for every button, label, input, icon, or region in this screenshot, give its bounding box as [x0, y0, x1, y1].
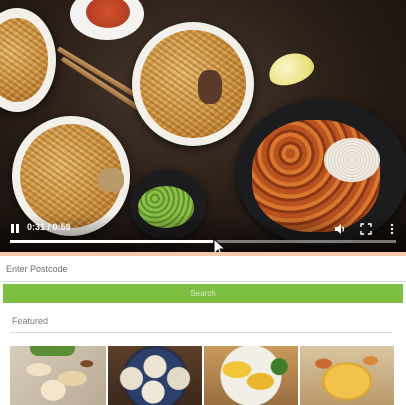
vegetable — [198, 70, 222, 104]
noodles — [140, 30, 246, 138]
progress-bar[interactable] — [10, 240, 396, 243]
featured-item-1[interactable] — [10, 346, 106, 405]
volume-icon[interactable] — [334, 222, 346, 234]
video-player[interactable]: 0:31 / 0:59 — [0, 0, 406, 252]
featured-item-2[interactable] — [108, 346, 202, 405]
featured-heading: Featured — [12, 316, 49, 326]
featured-item-4[interactable] — [300, 346, 394, 405]
search-button[interactable]: Search — [3, 284, 403, 303]
fullscreen-icon[interactable] — [360, 222, 372, 235]
vegetable — [98, 168, 124, 192]
lemon-wedge — [264, 47, 318, 91]
rice — [324, 138, 380, 182]
pause-icon[interactable] — [9, 222, 21, 234]
video-controls: 0:31 / 0:59 — [0, 214, 406, 252]
postcode-input[interactable] — [0, 256, 406, 282]
progress-fill — [10, 240, 213, 243]
featured-item-3[interactable] — [204, 346, 298, 405]
divider — [10, 332, 392, 333]
more-options-icon[interactable] — [386, 222, 398, 235]
time-display: 0:31 / 0:59 — [27, 222, 71, 232]
